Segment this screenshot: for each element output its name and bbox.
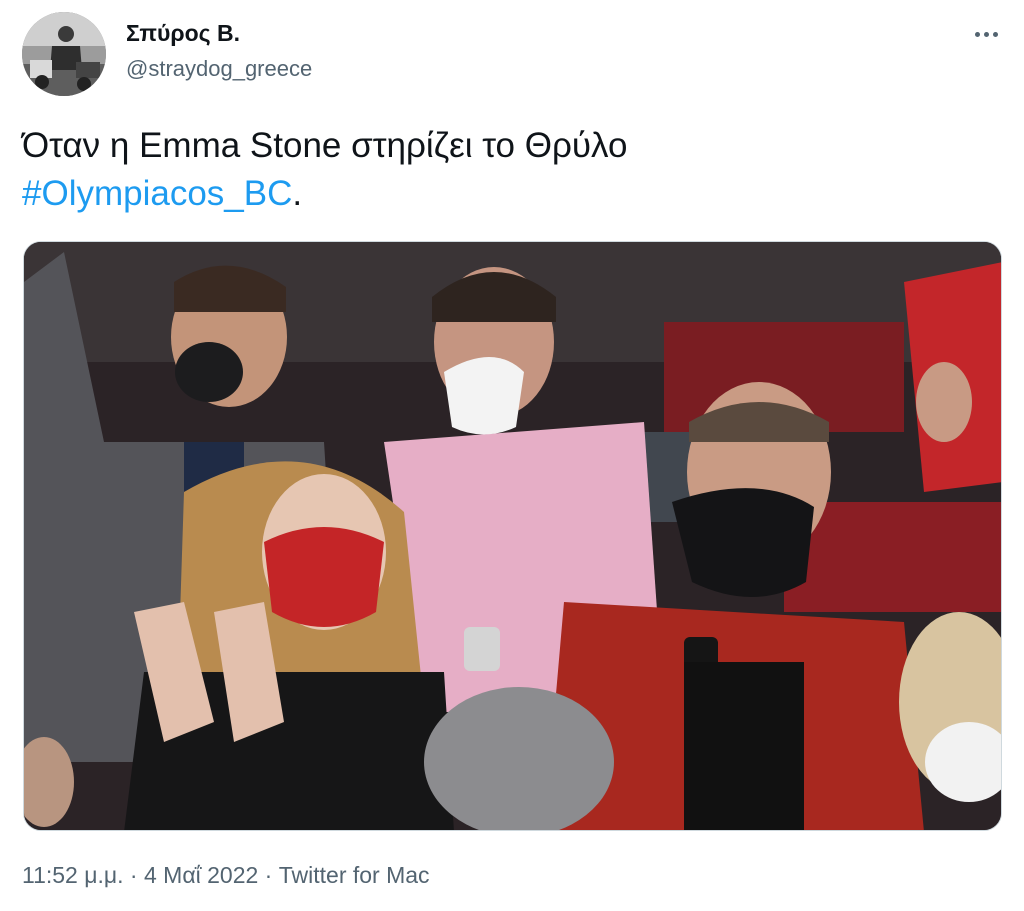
tweet-text: Όταν η Emma Stone στηρίζει το Θρύλο #Oly… bbox=[22, 122, 992, 218]
meta-separator: · bbox=[123, 862, 144, 888]
photo-illustration bbox=[24, 242, 1001, 830]
meta-separator: · bbox=[258, 862, 279, 888]
tweet-card: Σπύρος Β. @straydog_greece Όταν η Emma S… bbox=[0, 0, 1024, 911]
hashtag-link[interactable]: #Olympiacos_BC bbox=[22, 174, 292, 213]
tweet-source[interactable]: Twitter for Mac bbox=[279, 862, 430, 888]
tweet-text-main: Όταν η Emma Stone στηρίζει το Θρύλο bbox=[22, 126, 628, 165]
author-handle[interactable]: @straydog_greece bbox=[126, 56, 312, 82]
more-horizontal-icon bbox=[974, 31, 998, 37]
tweet-photo[interactable] bbox=[23, 241, 1002, 831]
avatar[interactable] bbox=[22, 12, 106, 96]
tweet-date[interactable]: 4 Μαΐ 2022 bbox=[144, 862, 258, 888]
more-options-button[interactable] bbox=[966, 22, 1006, 46]
author-display-name[interactable]: Σπύρος Β. bbox=[126, 20, 240, 47]
tweet-time[interactable]: 11:52 μ.μ. bbox=[22, 862, 124, 888]
tweet-text-end: . bbox=[292, 174, 303, 213]
avatar-image bbox=[22, 12, 106, 96]
tweet-metadata: 11:52 μ.μ. · 4 Μαΐ 2022 · Twitter for Ma… bbox=[22, 862, 430, 889]
